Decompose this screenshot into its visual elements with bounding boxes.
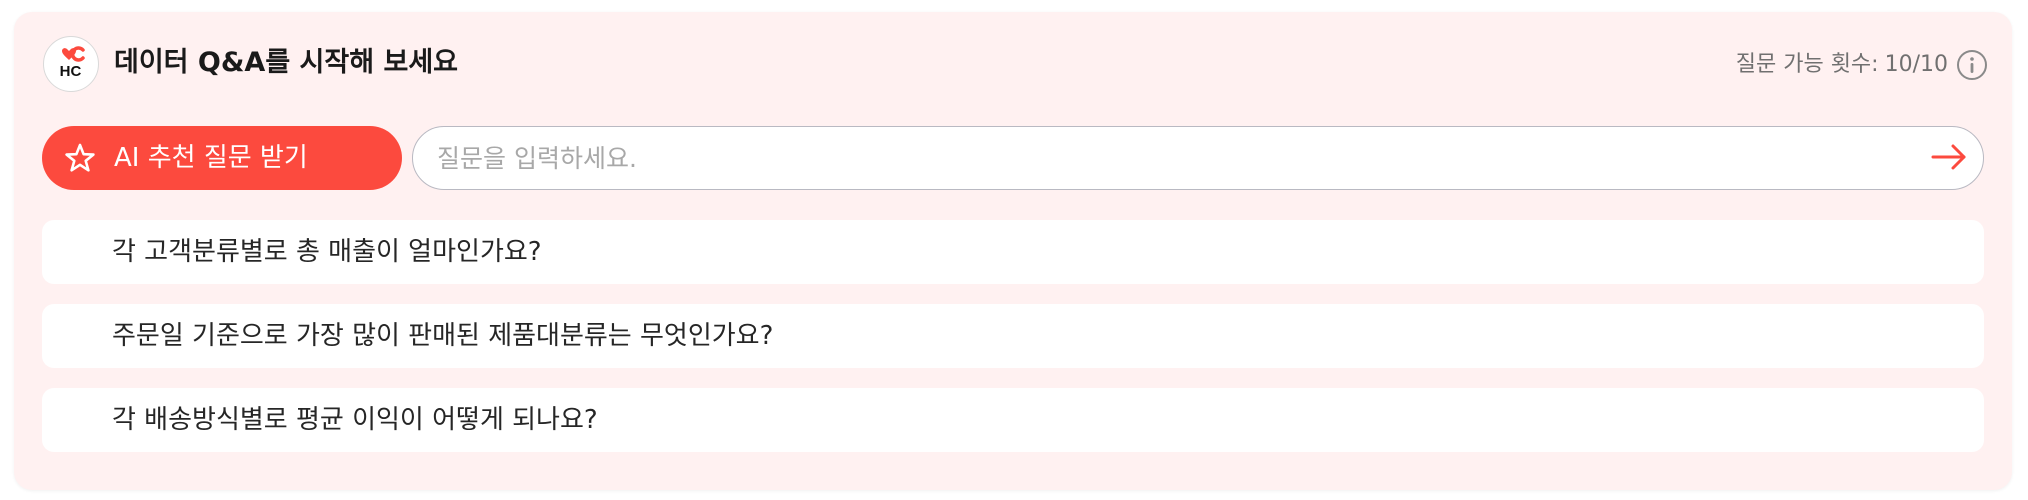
suggested-question-text: 각 배송방식별로 평균 이익이 어떻게 되나요? xyxy=(112,405,598,435)
arrow-right-icon[interactable] xyxy=(1929,139,1969,175)
question-counter-label: 질문 가능 횟수: xyxy=(1735,52,1879,77)
suggested-question-item[interactable]: 각 배송방식별로 평균 이익이 어떻게 되나요? xyxy=(42,388,1984,452)
ai-recommend-button[interactable]: AI 추천 질문 받기 xyxy=(42,126,402,190)
brand-logo-icon: HC xyxy=(60,46,85,80)
ai-recommend-button-label: AI 추천 질문 받기 xyxy=(114,143,308,173)
question-counter-value: 10/10 xyxy=(1884,52,1948,77)
suggested-question-text: 주문일 기준으로 가장 많이 판매된 제품대분류는 무엇인가요? xyxy=(112,321,774,351)
info-circle-icon[interactable] xyxy=(1956,49,1988,81)
brand-logo-text: HC xyxy=(60,63,82,80)
qa-header: HC 데이터 Q&A를 시작해 보세요 질문 가능 횟수: 10/10 xyxy=(14,12,2012,116)
suggested-question-text: 각 고객분류별로 총 매출이 얼마인가요? xyxy=(112,237,542,267)
question-input-container xyxy=(412,126,1984,190)
question-counter: 질문 가능 횟수: 10/10 xyxy=(1736,48,1988,82)
brand-logo: HC xyxy=(43,36,99,92)
star-icon xyxy=(64,142,96,174)
page-title: 데이터 Q&A를 시작해 보세요 xyxy=(114,47,458,78)
question-input[interactable] xyxy=(435,127,1899,189)
suggested-question-item[interactable]: 주문일 기준으로 가장 많이 판매된 제품대분류는 무엇인가요? xyxy=(42,304,1984,368)
suggested-question-item[interactable]: 각 고객분류별로 총 매출이 얼마인가요? xyxy=(42,220,1984,284)
qa-panel: HC 데이터 Q&A를 시작해 보세요 질문 가능 횟수: 10/10 AI 추… xyxy=(14,12,2012,490)
